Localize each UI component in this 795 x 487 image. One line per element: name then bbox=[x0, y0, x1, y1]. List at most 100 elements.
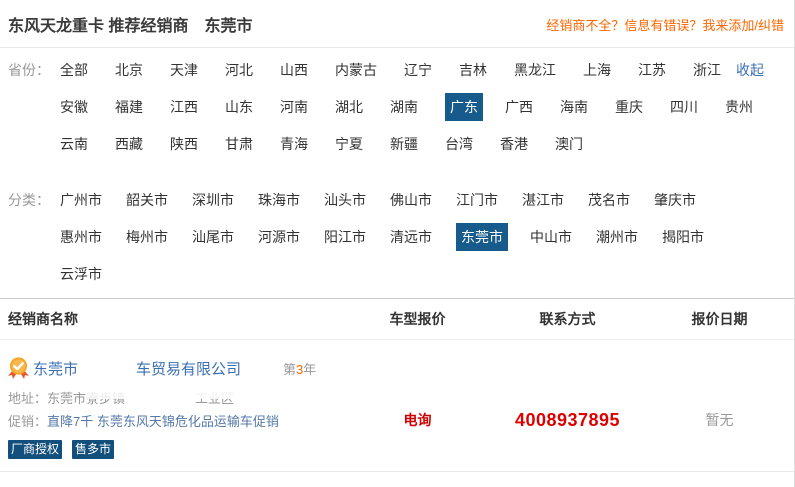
province-item[interactable]: 江西 bbox=[170, 95, 198, 119]
city-row-1: 分类：广州市韶关市深圳市珠海市汕头市佛山市江门市湛江市茂名市肇庆市 bbox=[8, 188, 786, 212]
city-item[interactable]: 河源市 bbox=[258, 225, 300, 249]
city-item[interactable]: 深圳市 bbox=[192, 188, 234, 212]
province-item[interactable]: 上海 bbox=[583, 58, 611, 82]
province-row-2: 安徽 福建 江西 山东 河南 湖北 湖南 广东广西 海南 重庆 四川 贵州 bbox=[60, 93, 786, 121]
city-item[interactable]: 佛山市 bbox=[390, 188, 432, 212]
province-item[interactable]: 山西 bbox=[280, 58, 308, 82]
table-header: 经销商名称 车型报价 联系方式 报价日期 bbox=[0, 298, 794, 340]
model-quote-cell: 电询 bbox=[345, 356, 490, 459]
city-item[interactable]: 肇庆市 bbox=[654, 188, 696, 212]
province-item[interactable]: 甘肃 bbox=[225, 132, 253, 156]
promo-label: 促销： bbox=[8, 414, 47, 429]
province-item[interactable]: 宁夏 bbox=[335, 132, 363, 156]
city-item[interactable]: 潮州市 bbox=[596, 225, 638, 249]
city-item[interactable]: 江门市 bbox=[456, 188, 498, 212]
dealer-badge: 售多市 bbox=[72, 440, 114, 459]
city-item[interactable]: 韶关市 bbox=[126, 188, 168, 212]
province-item[interactable]: 云南 bbox=[60, 132, 88, 156]
province-item[interactable]: 黑龙江 bbox=[514, 58, 556, 82]
city-row-2: 惠州市梅州市汕尾市河源市阳江市清远市东莞市中山市潮州市揭阳市 bbox=[60, 223, 786, 251]
province-item[interactable]: 内蒙古 bbox=[335, 58, 377, 82]
city-item[interactable]: 茂名市 bbox=[588, 188, 630, 212]
city-item[interactable]: 广州市 bbox=[60, 188, 102, 212]
column-header-dealer-name: 经销商名称 bbox=[0, 309, 345, 329]
dealer-name-suffix: 车贸易有限公司 bbox=[136, 358, 241, 379]
province-item[interactable]: 重庆 bbox=[615, 95, 643, 119]
quote-date-value: 暂无 bbox=[706, 412, 734, 428]
province-item[interactable]: 广东 bbox=[445, 93, 483, 121]
province-item[interactable]: 广西 bbox=[505, 95, 533, 119]
city-item[interactable]: 阳江市 bbox=[324, 225, 366, 249]
province-item[interactable]: 北京 bbox=[115, 58, 143, 82]
province-item[interactable]: 贵州 bbox=[725, 95, 753, 119]
province-item[interactable]: 青海 bbox=[280, 132, 308, 156]
quote-date-cell: 暂无 bbox=[645, 356, 794, 459]
city-item[interactable]: 珠海市 bbox=[258, 188, 300, 212]
address-line: 地址：东莞市寮步镇工业区 bbox=[8, 391, 345, 407]
province-row-1: 省份：全部 北京 天津 河北 山西 内蒙古 辽宁 吉林 黑龙江 上海 江苏 浙江 收起 bbox=[8, 58, 786, 82]
province-item[interactable]: 河北 bbox=[225, 58, 253, 82]
province-filter-label: 省份： bbox=[8, 58, 60, 82]
city-row-3: 云浮市 bbox=[60, 262, 786, 286]
dealer-badge: 厂商授权 bbox=[8, 440, 62, 459]
dealer-name-link[interactable]: 东莞市 车贸易有限公司 bbox=[33, 358, 241, 379]
promo-link[interactable]: 直降7千 东莞东风天锦危化品运输车促销 bbox=[47, 414, 279, 429]
column-header-quote-date: 报价日期 bbox=[645, 309, 794, 329]
city-item[interactable]: 清远市 bbox=[390, 225, 432, 249]
contact-cell: 4008937895 bbox=[490, 356, 645, 459]
province-item[interactable]: 新疆 bbox=[390, 132, 418, 156]
city-item[interactable]: 梅州市 bbox=[126, 225, 168, 249]
city-item[interactable]: 揭阳市 bbox=[662, 225, 704, 249]
dealer-info-cell: 东莞市车贸易有限公司 第3年 地址：东莞市寮步镇工业区 促销：直降7千 东莞东风… bbox=[0, 356, 345, 459]
city-item[interactable]: 云浮市 bbox=[60, 262, 102, 286]
province-item[interactable]: 香港 bbox=[500, 132, 528, 156]
city-item[interactable]: 惠州市 bbox=[60, 225, 102, 249]
censored-area bbox=[78, 360, 136, 376]
province-item[interactable]: 全部 bbox=[60, 58, 88, 82]
city-item[interactable]: 汕尾市 bbox=[192, 225, 234, 249]
dealer-name-prefix: 东莞市 bbox=[33, 358, 78, 379]
province-item[interactable]: 河南 bbox=[280, 95, 308, 119]
province-item[interactable]: 海南 bbox=[560, 95, 588, 119]
province-row-3: 云南 西藏 陕西 甘肃 青海 宁夏 新疆 台湾 香港 澳门 bbox=[60, 132, 786, 156]
province-item[interactable]: 山东 bbox=[225, 95, 253, 119]
promo-line: 促销：直降7千 东莞东风天锦危化品运输车促销 bbox=[8, 414, 345, 430]
correction-link[interactable]: 经销商不全？信息有错误？我来添加/纠错 bbox=[546, 15, 784, 34]
column-header-contact: 联系方式 bbox=[490, 309, 645, 329]
table-row: 东莞市车贸易有限公司 第3年 地址：东莞市寮步镇工业区 促销：直降7千 东莞东风… bbox=[0, 340, 794, 472]
dealer-badges: 厂商授权售多市 bbox=[8, 440, 345, 459]
province-filter: 省份：全部 北京 天津 河北 山西 内蒙古 辽宁 吉林 黑龙江 上海 江苏 浙江 收起 安徽 福建 江西 山… bbox=[0, 48, 794, 156]
province-item[interactable]: 西藏 bbox=[115, 132, 143, 156]
page-title: 东风天龙重卡 推荐经销商 东莞市 bbox=[8, 12, 252, 36]
province-item[interactable]: 江苏 bbox=[638, 58, 666, 82]
collapse-link[interactable]: 收起 bbox=[736, 58, 764, 82]
address-text: 东莞市寮步镇工业区 bbox=[47, 391, 234, 406]
province-item[interactable]: 湖北 bbox=[335, 95, 363, 119]
province-item[interactable]: 澳门 bbox=[555, 132, 583, 156]
censor-overlay bbox=[87, 388, 287, 399]
dealer-name-line: 东莞市车贸易有限公司 第3年 bbox=[8, 356, 345, 380]
province-item[interactable]: 安徽 bbox=[60, 95, 88, 119]
province-item[interactable]: 台湾 bbox=[445, 132, 473, 156]
province-item[interactable]: 四川 bbox=[670, 95, 698, 119]
city-filter-label: 分类： bbox=[8, 188, 60, 212]
city-filter: 分类：广州市韶关市深圳市珠海市汕头市佛山市江门市湛江市茂名市肇庆市 惠州市梅州市… bbox=[0, 178, 794, 286]
province-item[interactable]: 辽宁 bbox=[404, 58, 432, 82]
phone-number: 4008937895 bbox=[515, 410, 620, 430]
city-item[interactable]: 湛江市 bbox=[522, 188, 564, 212]
province-item[interactable]: 陕西 bbox=[170, 132, 198, 156]
column-header-model-quote: 车型报价 bbox=[345, 309, 490, 329]
dealer-list-page: 东风天龙重卡 推荐经销商 东莞市 经销商不全？信息有错误？我来添加/纠错 省份：… bbox=[0, 0, 795, 487]
city-item[interactable]: 中山市 bbox=[530, 225, 572, 249]
province-item[interactable]: 吉林 bbox=[459, 58, 487, 82]
page-header: 东风天龙重卡 推荐经销商 东莞市 经销商不全？信息有错误？我来添加/纠错 bbox=[0, 0, 794, 48]
province-item[interactable]: 福建 bbox=[115, 95, 143, 119]
certified-medal-icon bbox=[8, 357, 29, 380]
inquiry-link[interactable]: 电询 bbox=[404, 412, 432, 428]
city-item[interactable]: 东莞市 bbox=[456, 223, 508, 251]
province-item[interactable]: 湖南 bbox=[390, 95, 418, 119]
province-item[interactable]: 浙江 bbox=[693, 58, 721, 82]
city-item[interactable]: 汕头市 bbox=[324, 188, 366, 212]
province-item[interactable]: 天津 bbox=[170, 58, 198, 82]
address-label: 地址： bbox=[8, 391, 47, 406]
